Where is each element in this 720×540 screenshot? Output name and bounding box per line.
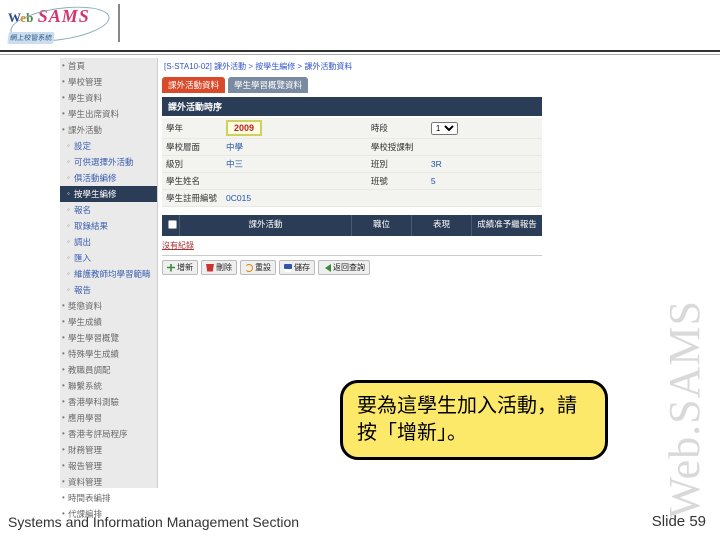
sidebar-item-9[interactable]: 報名 bbox=[60, 202, 157, 218]
tab-bar: 課外活動資料學生學習概覽資料 bbox=[158, 75, 546, 95]
tab-1[interactable]: 學生學習概覽資料 bbox=[228, 77, 308, 93]
sidebar-item-25[interactable]: 報告管理 bbox=[60, 458, 157, 474]
sidebar-item-19[interactable]: 教職員調配 bbox=[60, 362, 157, 378]
grid-header: 課外活動 職位 表現 成績准予繼報告 bbox=[162, 215, 542, 236]
sidebar-item-10[interactable]: 取錄結果 bbox=[60, 218, 157, 234]
btn-label: 刪除 bbox=[216, 262, 232, 273]
sidebar-item-11[interactable]: 調出 bbox=[60, 234, 157, 250]
form-label-4: 學生註冊編號 bbox=[162, 190, 222, 207]
detail-form: 學年2009時段 1 學校層面中學學校授課制級別中三班別3R 學生姓名 班號5 學生註冊編… bbox=[162, 118, 542, 207]
col-performance: 表現 bbox=[412, 215, 472, 236]
form-rlabel-3: 班號 bbox=[367, 173, 427, 190]
sidebar-item-21[interactable]: 香港學科測驗 bbox=[60, 394, 157, 410]
col-report: 成績准予繼報告 bbox=[472, 215, 542, 236]
form-label-2: 級別 bbox=[162, 156, 222, 173]
sidebar-item-14[interactable]: 報告 bbox=[60, 282, 157, 298]
form-value-0: 2009 bbox=[222, 118, 367, 139]
sidebar-item-24[interactable]: 財務管理 bbox=[60, 442, 157, 458]
btn-儲存[interactable]: 儲存 bbox=[279, 260, 315, 275]
btn-重設[interactable]: 重設 bbox=[240, 260, 276, 275]
footer-section: Systems and Information Management Secti… bbox=[8, 514, 299, 530]
sidebar-item-23[interactable]: 香港考評局程序 bbox=[60, 426, 157, 442]
form-value-1: 中學 bbox=[222, 139, 367, 156]
btn-label: 返回查詢 bbox=[333, 262, 365, 273]
sidebar-item-6[interactable]: 可供選擇外活動 bbox=[60, 154, 157, 170]
rule-thin bbox=[0, 54, 720, 55]
form-rlabel-4 bbox=[367, 190, 427, 207]
form-label-0: 學年 bbox=[162, 118, 222, 139]
sidebar-item-27[interactable]: 時間表編排 bbox=[60, 490, 157, 506]
form-rvalue-0: 1 bbox=[427, 118, 542, 139]
sidebar-item-16[interactable]: 學生成績 bbox=[60, 314, 157, 330]
websams-watermark: Web.SAMS bbox=[659, 300, 710, 518]
back-arrow-icon bbox=[323, 264, 331, 272]
sidebar-item-18[interactable]: 特殊學生成績 bbox=[60, 346, 157, 362]
btn-返回查詢[interactable]: 返回查詢 bbox=[318, 260, 370, 275]
websams-logo: Web SAMS 網上校管系統 bbox=[8, 6, 118, 42]
form-value-4: 0C015 bbox=[222, 190, 367, 207]
instruction-callout: 要為這學生加入活動，請按「增新」。 bbox=[340, 380, 608, 460]
nav-sidebar: 首頁學校管理學生資料學生出席資料課外活動設定可供選擇外活動俱活動編修按學生編修報… bbox=[60, 58, 158, 488]
sidebar-item-3[interactable]: 學生出席資料 bbox=[60, 106, 157, 122]
section-title: 課外活動時序 bbox=[162, 97, 542, 116]
sidebar-item-26[interactable]: 資料管理 bbox=[60, 474, 157, 490]
sidebar-item-20[interactable]: 聯繫系統 bbox=[60, 378, 157, 394]
sidebar-item-13[interactable]: 維護教師均學習範疇 bbox=[60, 266, 157, 282]
action-bar: 增新 刪除 重設 儲存 返回查詢 bbox=[158, 256, 546, 279]
form-rvalue-1 bbox=[427, 139, 542, 156]
form-rlabel-1: 學校授課制 bbox=[367, 139, 427, 156]
plus-icon bbox=[167, 264, 175, 272]
period-select[interactable]: 1 bbox=[431, 122, 458, 135]
btn-label: 重設 bbox=[255, 262, 271, 273]
form-label-3: 學生姓名 bbox=[162, 173, 222, 190]
form-rvalue-2: 3R bbox=[427, 156, 542, 173]
btn-刪除[interactable]: 刪除 bbox=[201, 260, 237, 275]
sidebar-item-1[interactable]: 學校管理 bbox=[60, 74, 157, 90]
trash-icon bbox=[206, 264, 214, 272]
rule-thick bbox=[0, 50, 720, 52]
save-icon bbox=[284, 264, 292, 272]
form-rvalue-3: 5 bbox=[427, 173, 542, 190]
sidebar-item-4[interactable]: 課外活動 bbox=[60, 122, 157, 138]
btn-label: 儲存 bbox=[294, 262, 310, 273]
sidebar-item-8[interactable]: 按學生編修 bbox=[60, 186, 157, 202]
btn-label: 增新 bbox=[177, 262, 193, 273]
form-rvalue-4 bbox=[427, 190, 542, 207]
sidebar-item-17[interactable]: 學生學習概覽 bbox=[60, 330, 157, 346]
sidebar-item-15[interactable]: 獎懲資料 bbox=[60, 298, 157, 314]
form-rlabel-0: 時段 bbox=[367, 118, 427, 139]
footer-slide: Slide 59 bbox=[652, 513, 706, 530]
sidebar-item-2[interactable]: 學生資料 bbox=[60, 90, 157, 106]
sidebar-item-12[interactable]: 匯入 bbox=[60, 250, 157, 266]
no-record-note[interactable]: 沒有紀錄 bbox=[162, 240, 542, 251]
sidebar-item-7[interactable]: 俱活動編修 bbox=[60, 170, 157, 186]
col-activity: 課外活動 bbox=[180, 215, 352, 236]
logo-divider bbox=[118, 4, 120, 42]
btn-增新[interactable]: 增新 bbox=[162, 260, 198, 275]
form-rlabel-2: 班別 bbox=[367, 156, 427, 173]
sidebar-item-22[interactable]: 應用學習 bbox=[60, 410, 157, 426]
col-position: 職位 bbox=[352, 215, 412, 236]
form-value-2: 中三 bbox=[222, 156, 367, 173]
form-label-1: 學校層面 bbox=[162, 139, 222, 156]
form-value-3 bbox=[222, 173, 367, 190]
breadcrumb: [S-STA10-02] 課外活動 > 按學生編修 > 課外活動資料 bbox=[158, 58, 546, 75]
sidebar-item-5[interactable]: 設定 bbox=[60, 138, 157, 154]
select-all-checkbox[interactable] bbox=[168, 220, 177, 229]
sidebar-item-0[interactable]: 首頁 bbox=[60, 58, 157, 74]
tab-0[interactable]: 課外活動資料 bbox=[162, 77, 225, 93]
reset-icon bbox=[245, 264, 253, 272]
